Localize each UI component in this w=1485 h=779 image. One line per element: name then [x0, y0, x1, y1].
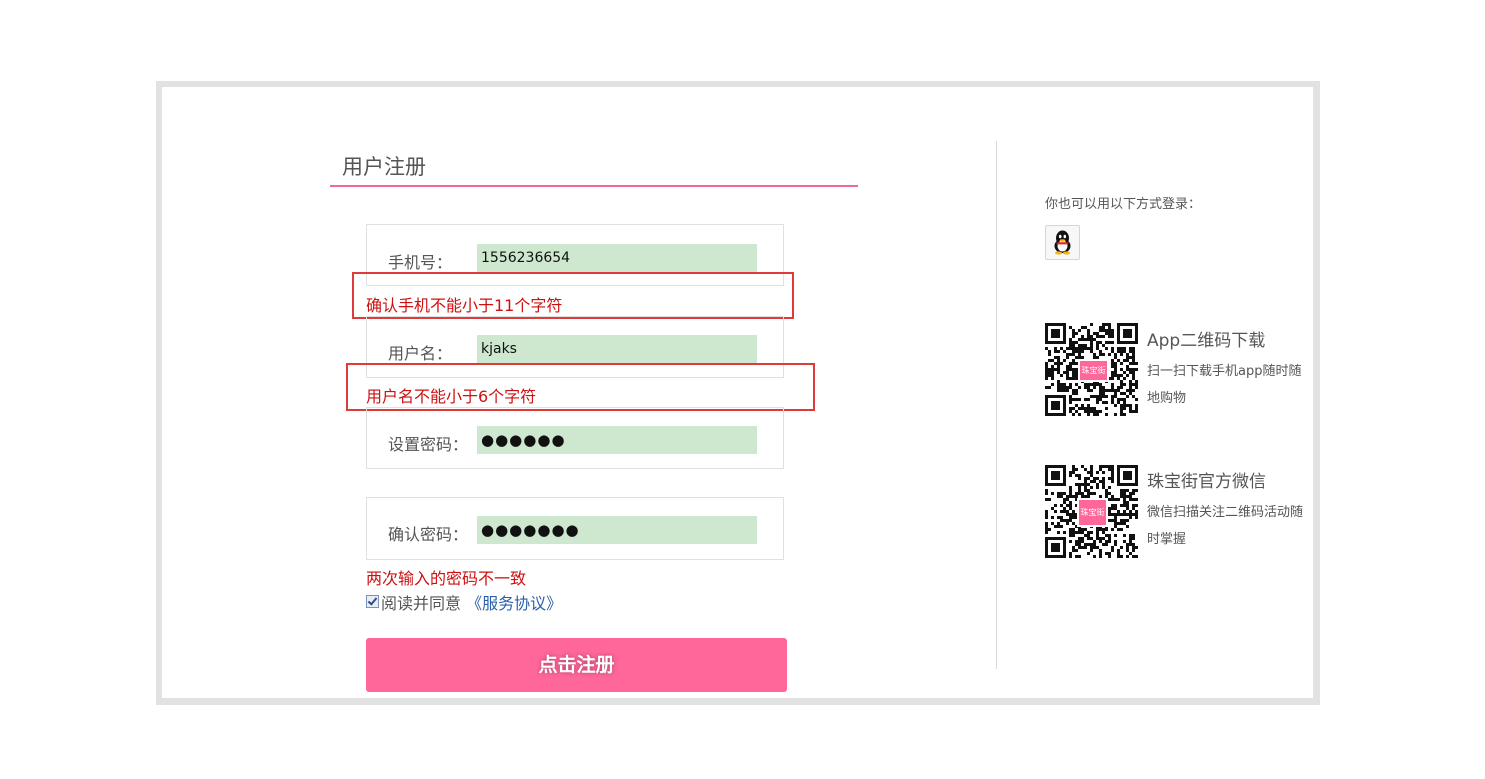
- agree-checkbox[interactable]: [366, 595, 379, 608]
- app-qr-code-image: 珠宝街: [1045, 323, 1138, 416]
- service-agreement-link[interactable]: 《服务协议》: [466, 594, 562, 613]
- wechat-qr-desc: 微信扫描关注二维码活动随时掌握: [1147, 505, 1304, 547]
- agreement: 阅读并同意 《服务协议》: [366, 590, 562, 614]
- qq-login-button[interactable]: [1045, 225, 1080, 260]
- qq-penguin-icon: [1054, 230, 1071, 255]
- password-label: 设置密码：: [388, 435, 469, 454]
- agree-text: 阅读并同意: [381, 594, 462, 613]
- wechat-qr-badge: 珠宝街: [1077, 498, 1108, 527]
- wechat-qr-title: 珠宝街官方微信: [1147, 472, 1266, 492]
- wechat-qr-code-image: 珠宝街: [1045, 465, 1138, 558]
- app-qr-badge: 珠宝街: [1078, 359, 1109, 382]
- username-error: 用户名不能小于6个字符: [366, 387, 537, 406]
- phone-error: 确认手机不能小于11个字符: [366, 296, 563, 315]
- username-label: 用户名：: [388, 344, 453, 363]
- confirm-error: 两次输入的密码不一致: [366, 569, 527, 588]
- confirm-password-input[interactable]: ●●●●●●●: [477, 516, 757, 544]
- register-button[interactable]: 点击注册: [366, 638, 787, 692]
- app-qr-title: App二维码下载: [1147, 331, 1266, 351]
- phone-label: 手机号：: [388, 253, 453, 272]
- register-card: 用户注册 手机号： 1556236654 确认手机不能小于11个字符 用户名： …: [156, 81, 1320, 705]
- page-title: 用户注册: [342, 155, 426, 179]
- title-underline: [330, 185, 858, 187]
- password-input[interactable]: ●●●●●●: [477, 426, 757, 454]
- phone-input[interactable]: 1556236654: [477, 244, 757, 272]
- app-qr-desc: 扫一扫下载手机app随时随地购物: [1147, 364, 1302, 406]
- alt-login-text: 你也可以用以下方式登录：: [1045, 197, 1202, 212]
- vertical-divider: [996, 141, 997, 669]
- confirm-label: 确认密码：: [388, 525, 469, 544]
- username-input[interactable]: kjaks: [477, 335, 757, 363]
